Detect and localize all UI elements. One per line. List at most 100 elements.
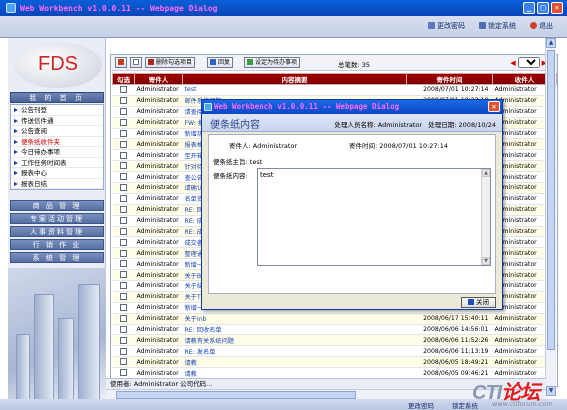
row-checkbox-cell[interactable] xyxy=(112,95,135,107)
row-checkbox[interactable] xyxy=(120,129,127,137)
row-checkbox-cell[interactable] xyxy=(112,356,135,369)
row-checkbox-cell[interactable] xyxy=(112,160,135,173)
row-checkbox-cell[interactable] xyxy=(112,302,135,314)
sidebar-item-send-letter[interactable]: 传送信件通 xyxy=(11,116,103,126)
cell-summary[interactable]: RE: 回收名单 xyxy=(182,324,407,336)
dialog-close-icon[interactable]: ✕ xyxy=(488,101,500,112)
row-checkbox[interactable] xyxy=(120,195,127,203)
memo-scrollbar[interactable]: ▲ ▼ xyxy=(481,169,490,265)
row-checkbox[interactable] xyxy=(120,205,127,213)
row-checkbox-cell[interactable] xyxy=(112,367,135,380)
row-checkbox-cell[interactable] xyxy=(112,193,135,205)
row-checkbox[interactable] xyxy=(120,271,127,279)
row-checkbox-cell[interactable] xyxy=(112,128,135,140)
row-checkbox-cell[interactable] xyxy=(112,247,135,260)
row-checkbox[interactable] xyxy=(120,184,127,192)
row-checkbox-cell[interactable] xyxy=(112,236,135,249)
table-row[interactable]: Administrator 请教有关系统问题 2008/06/06 11:52:26… xyxy=(112,334,557,347)
reply-button[interactable]: 回复 xyxy=(207,57,234,68)
table-row[interactable]: Administrator 请教 2008/06/05 18:49:21 Admini… xyxy=(112,356,557,369)
sidebar-item-announce-view[interactable]: 公告查阅 xyxy=(11,126,103,137)
row-checkbox[interactable] xyxy=(120,369,127,377)
row-checkbox-cell[interactable] xyxy=(112,226,135,238)
nav-group-hr[interactable]: 人事资料管理 xyxy=(10,226,104,237)
row-checkbox-cell[interactable] xyxy=(112,106,135,118)
row-checkbox-cell[interactable] xyxy=(112,204,135,216)
row-checkbox[interactable] xyxy=(120,162,127,170)
row-checkbox-cell[interactable] xyxy=(112,313,135,325)
sidebar-item-report-daily[interactable]: 报表日结 xyxy=(11,179,103,189)
row-checkbox-cell[interactable] xyxy=(112,291,135,303)
cell-summary[interactable]: RE: 发名单 xyxy=(182,345,407,358)
row-checkbox-cell[interactable] xyxy=(112,149,135,162)
row-checkbox[interactable] xyxy=(120,347,127,355)
sidebar-item-task-schedule[interactable]: 工作任务时间表 xyxy=(11,158,103,168)
row-checkbox[interactable] xyxy=(120,314,127,322)
memo-scroll-down-icon[interactable]: ▼ xyxy=(482,257,490,265)
nav-group-marketing[interactable]: 行 销 作 业 xyxy=(10,239,104,250)
page-select[interactable]: 1 xyxy=(517,57,540,68)
nav-group-products[interactable]: 商 品 管 理 xyxy=(10,200,104,211)
maximize-button[interactable]: □ xyxy=(537,2,549,14)
cell-summary[interactable]: test xyxy=(182,84,407,96)
cell-summary[interactable]: 请教 xyxy=(182,367,407,380)
edit-button[interactable] xyxy=(115,57,127,68)
sidebar-item-memo-inbox[interactable]: 便条纸收件夹 xyxy=(11,137,103,147)
row-checkbox[interactable] xyxy=(120,238,127,246)
row-checkbox[interactable] xyxy=(120,216,127,224)
row-checkbox[interactable] xyxy=(120,249,127,257)
row-checkbox-cell[interactable] xyxy=(112,324,135,336)
new-button[interactable] xyxy=(130,57,142,68)
row-checkbox[interactable] xyxy=(120,173,127,181)
nav-home-header[interactable]: 我 的 首 页 xyxy=(10,92,104,103)
table-row[interactable]: Administrator RE: 回收名单 2008/06/06 14:56:01… xyxy=(112,324,557,336)
scroll-up-icon[interactable]: ▲ xyxy=(546,38,556,48)
row-checkbox-cell[interactable] xyxy=(112,138,135,151)
minimize-button[interactable]: _ xyxy=(523,2,535,14)
row-checkbox[interactable] xyxy=(120,304,127,311)
row-checkbox[interactable] xyxy=(120,97,127,105)
row-checkbox-cell[interactable] xyxy=(112,215,135,227)
row-checkbox-cell[interactable] xyxy=(112,280,135,292)
row-checkbox[interactable] xyxy=(120,293,127,301)
row-checkbox-cell[interactable] xyxy=(112,258,135,271)
change-password-link[interactable]: 更改密码 xyxy=(428,21,465,31)
nav-group-system[interactable]: 系 统 管 理 xyxy=(10,252,104,263)
memo-scroll-up-icon[interactable]: ▲ xyxy=(482,169,490,177)
row-checkbox[interactable] xyxy=(120,86,127,94)
set-todo-button[interactable]: 设定为待办事项 xyxy=(244,57,301,68)
cell-summary[interactable]: 请教 xyxy=(182,356,407,369)
row-checkbox-cell[interactable] xyxy=(112,334,135,347)
vertical-scrollbar[interactable]: ▲ ▼ xyxy=(545,38,556,396)
row-checkbox-cell[interactable] xyxy=(112,171,135,184)
logout-link[interactable]: 退出 xyxy=(530,21,553,31)
table-row[interactable]: Administrator RE: 发名单 2008/06/06 11:13:19 A… xyxy=(112,345,557,358)
row-checkbox-cell[interactable] xyxy=(112,84,135,96)
row-checkbox[interactable] xyxy=(120,107,127,115)
sidebar-item-todo-today[interactable]: 今日待办事项 xyxy=(11,147,103,158)
cell-summary[interactable]: 请教有关系统问题 xyxy=(182,334,407,347)
row-checkbox[interactable] xyxy=(120,260,127,268)
row-checkbox[interactable] xyxy=(120,151,127,159)
dialog-close-button[interactable]: 关闭 xyxy=(461,297,496,308)
row-checkbox[interactable] xyxy=(120,325,127,333)
hscroll-thumb[interactable] xyxy=(116,391,356,399)
row-checkbox[interactable] xyxy=(120,282,127,290)
close-window-button[interactable]: ✕ xyxy=(551,2,563,14)
table-row[interactable]: Administrator test 2008/07/01 10:27:14 Admi… xyxy=(112,84,557,96)
prev-page-icon[interactable]: ◀ xyxy=(510,59,515,67)
row-checkbox[interactable] xyxy=(120,118,127,126)
sidebar-item-announce-post[interactable]: 公告刊登 xyxy=(11,105,103,116)
row-checkbox-cell[interactable] xyxy=(112,182,135,194)
footer-change-password-link[interactable]: 更改密码 xyxy=(408,400,434,410)
row-checkbox[interactable] xyxy=(120,336,127,344)
row-checkbox-cell[interactable] xyxy=(112,345,135,358)
cell-summary[interactable]: 关于Inb xyxy=(182,313,407,325)
row-checkbox[interactable] xyxy=(120,227,127,235)
nav-group-projects[interactable]: 专案活动管理 xyxy=(10,213,104,224)
row-checkbox-cell[interactable] xyxy=(112,269,135,282)
lock-system-link[interactable]: 锁定系统 xyxy=(479,21,516,31)
row-checkbox[interactable] xyxy=(120,140,127,148)
table-row[interactable]: Administrator 关于Inb 2008/06/17 15:40:11 Adm… xyxy=(112,313,557,325)
row-checkbox-cell[interactable] xyxy=(112,117,135,129)
